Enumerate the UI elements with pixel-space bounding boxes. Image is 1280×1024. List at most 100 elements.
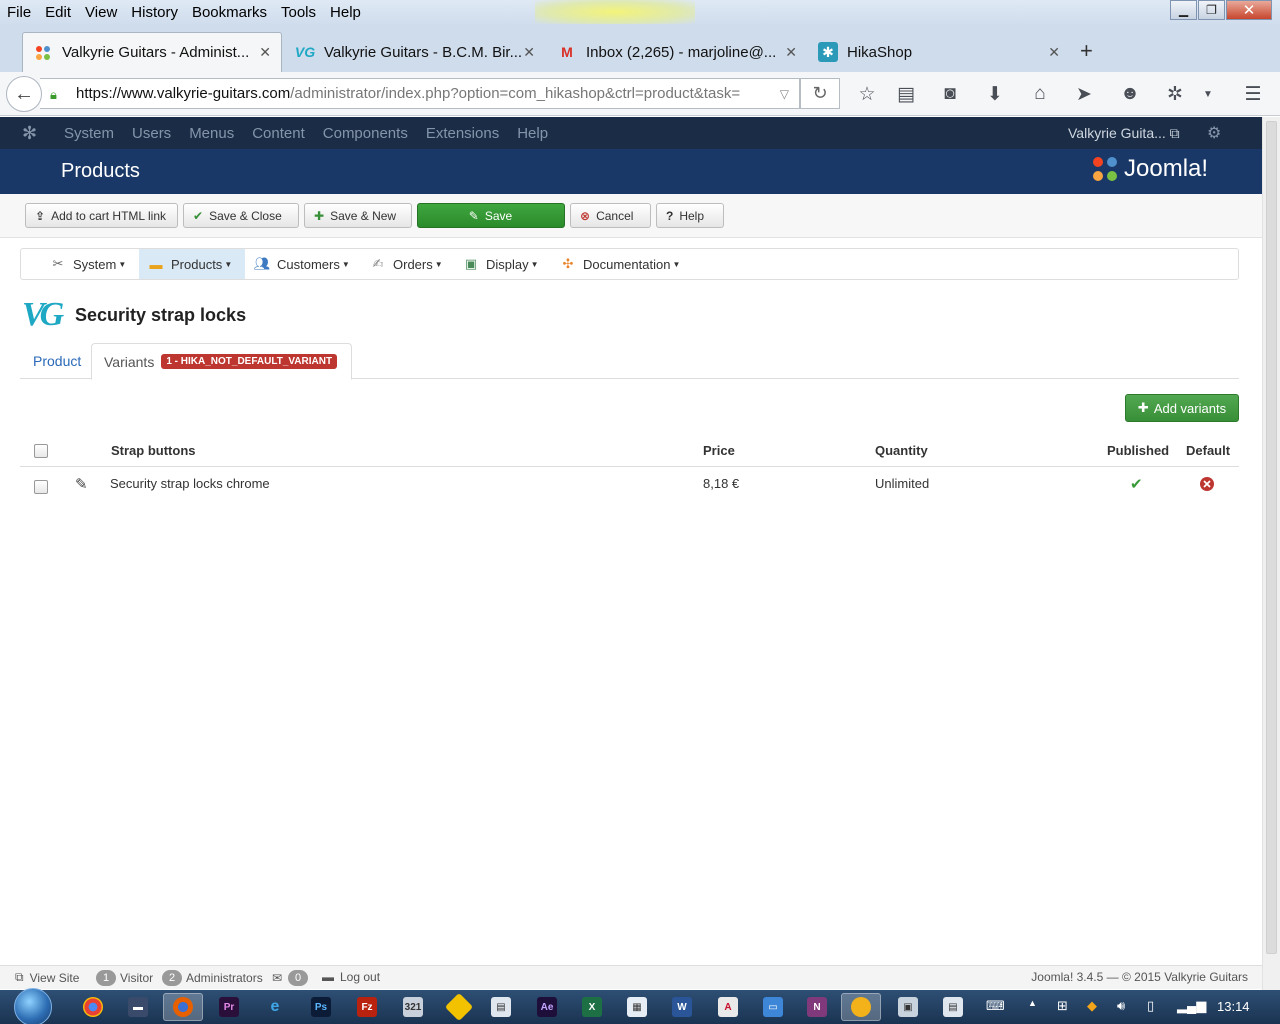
menu-history[interactable]: History [124, 0, 185, 26]
chat-icon[interactable]: ☻ [1118, 82, 1142, 106]
save-button[interactable]: ✎ Save [417, 203, 565, 228]
hamburger-menu-icon[interactable]: ☰ [1241, 82, 1265, 106]
volume-icon[interactable]: 🔊︎ [1117, 998, 1125, 1014]
reading-list-icon[interactable]: ▤ [894, 82, 918, 106]
battery-icon[interactable]: ▯ [1147, 998, 1154, 1014]
published-check-icon[interactable]: ✔ [1130, 467, 1143, 500]
menu-edit[interactable]: Edit [38, 0, 78, 26]
home-icon[interactable]: ⌂ [1028, 82, 1052, 106]
bookmark-star-icon[interactable]: ☆ [855, 82, 879, 106]
back-button[interactable]: ← [6, 76, 42, 112]
taskbar-app-10[interactable]: ▤ [481, 993, 521, 1021]
taskbar-after-effects[interactable]: Ae [527, 993, 567, 1021]
save-close-button[interactable]: ✔ Save & Close [183, 203, 299, 228]
extension-bug-icon[interactable]: ✲ [1163, 82, 1187, 106]
start-button[interactable] [14, 988, 52, 1024]
url-bar[interactable]: 🔒︎ https://www.valkyrie-guitars.com/admi… [40, 78, 800, 109]
download-icon[interactable]: ⬇ [983, 82, 1007, 106]
tab-close-icon[interactable]: ✕ [259, 44, 271, 61]
select-all-checkbox[interactable] [34, 434, 48, 467]
tab-close-icon[interactable]: ✕ [523, 44, 535, 61]
taskbar-app-19[interactable]: ▣ [888, 993, 928, 1021]
col-header-published[interactable]: Published [1107, 434, 1169, 467]
browser-tab-admin[interactable]: Valkyrie Guitars - Administ... ✕ [22, 32, 282, 72]
jmenu-extensions[interactable]: Extensions [426, 125, 499, 142]
taskbar-app-8[interactable]: 321 [393, 993, 433, 1021]
browser-tab-gmail[interactable]: M Inbox (2,265) - marjoline@... ✕ [547, 32, 807, 72]
tab-variants[interactable]: Variants 1 - HIKA_NOT_DEFAULT_VARIANT [91, 343, 352, 380]
jmenu-menus[interactable]: Menus [189, 125, 234, 142]
minimize-button[interactable]: ▁ [1170, 0, 1197, 20]
scrollbar-thumb[interactable] [1266, 121, 1277, 954]
taskbar-acrobat[interactable]: A [708, 993, 748, 1021]
extension-dropdown-icon[interactable]: ▼ [1196, 82, 1220, 106]
browser-tab-hikashop[interactable]: ✱ HikaShop ✕ [808, 32, 1070, 72]
jmenu-help[interactable]: Help [517, 125, 548, 142]
col-header-price[interactable]: Price [703, 434, 735, 467]
taskbar-explorer[interactable]: ▭ [753, 993, 793, 1021]
add-variants-button[interactable]: ✚ Add variants [1125, 394, 1239, 422]
vertical-scrollbar[interactable] [1262, 117, 1280, 990]
pocket-icon[interactable]: ◙ [938, 82, 962, 106]
windows-flag-icon[interactable]: ⊞ [1057, 998, 1068, 1014]
browser-tab-bcm[interactable]: VG Valkyrie Guitars - B.C.M. Bir... ✕ [285, 32, 545, 72]
help-button[interactable]: ? Help [656, 203, 724, 228]
tab-close-icon[interactable]: ✕ [1048, 44, 1060, 61]
new-tab-icon[interactable]: + [1080, 38, 1093, 64]
keyboard-icon[interactable]: ⌨ [986, 998, 1005, 1014]
menu-tools[interactable]: Tools [274, 0, 323, 26]
not-default-icon[interactable] [1200, 467, 1214, 500]
url-dropdown-icon[interactable]: ▽ [780, 87, 789, 101]
row-checkbox[interactable] [34, 470, 48, 503]
col-header-name[interactable]: Strap buttons [111, 434, 196, 467]
tab-close-icon[interactable]: ✕ [785, 44, 797, 61]
joomla-logo-icon[interactable]: ✻ [22, 123, 46, 144]
hika-menu-documentation[interactable]: ✣ Documentation ▼ [551, 249, 689, 279]
taskbar-app-20[interactable]: ▤ [933, 993, 973, 1021]
close-window-button[interactable]: ✕ [1226, 0, 1272, 20]
taskbar-app-2[interactable]: ▬ [118, 993, 158, 1021]
taskbar-filezilla[interactable]: Fz [347, 993, 387, 1021]
taskbar-premiere[interactable]: Pr [209, 993, 249, 1021]
pencil-icon[interactable]: ✎ [75, 467, 88, 500]
tray-expand-icon[interactable]: ▲ [1028, 998, 1037, 1008]
menu-view[interactable]: View [78, 0, 124, 26]
taskbar-ie[interactable]: e [255, 993, 295, 1021]
cancel-button[interactable]: ⊗ Cancel [570, 203, 651, 228]
gear-icon[interactable]: ⚙ [1207, 123, 1221, 143]
site-link[interactable]: Valkyrie Guita... ⧉ [1068, 125, 1180, 142]
jmenu-system[interactable]: System [64, 125, 114, 142]
taskbar-word[interactable]: W [662, 993, 702, 1021]
reload-button[interactable]: ↻ [800, 78, 840, 109]
taskbar-app-13[interactable]: ▦ [617, 993, 657, 1021]
hika-menu-customers[interactable]: 👥︎ Customers ▼ [245, 249, 359, 279]
hika-menu-system[interactable]: ✂ System ▼ [41, 249, 135, 279]
jmenu-content[interactable]: Content [252, 125, 305, 142]
taskbar-clock[interactable]: 13:14 [1217, 999, 1250, 1014]
menu-bookmarks[interactable]: Bookmarks [185, 0, 274, 26]
taskbar-app-9[interactable] [439, 992, 479, 1022]
hika-menu-display[interactable]: ▣ Display ▼ [454, 249, 548, 279]
view-site-link[interactable]: ⧉ View Site [15, 970, 79, 985]
hika-menu-products[interactable]: ▬ Products ▼ [139, 249, 245, 279]
tab-product[interactable]: Product [33, 343, 81, 379]
tray-app-icon[interactable]: ◆ [1087, 998, 1097, 1014]
hika-menu-orders[interactable]: ✍ Orders ▼ [361, 249, 452, 279]
col-header-default[interactable]: Default [1186, 434, 1230, 467]
save-new-button[interactable]: ✚ Save & New [304, 203, 412, 228]
maximize-button[interactable]: ❐ [1198, 0, 1225, 20]
network-icon[interactable]: ▂▄▆ [1177, 998, 1206, 1014]
add-to-cart-html-button[interactable]: ⇪ Add to cart HTML link [25, 203, 178, 228]
taskbar-photoshop[interactable]: Ps [301, 993, 341, 1021]
col-header-quantity[interactable]: Quantity [875, 434, 928, 467]
logout-link[interactable]: ▬ Log out [322, 970, 380, 984]
taskbar-firefox[interactable] [163, 993, 203, 1021]
messages-status[interactable]: ✉ 0 [272, 970, 312, 986]
taskbar-chrome[interactable] [73, 993, 113, 1021]
jmenu-users[interactable]: Users [132, 125, 171, 142]
jmenu-components[interactable]: Components [323, 125, 408, 142]
send-icon[interactable]: ➤ [1072, 82, 1096, 106]
taskbar-onenote[interactable]: N [797, 993, 837, 1021]
menu-file[interactable]: File [0, 0, 38, 26]
taskbar-app-18[interactable] [841, 993, 881, 1021]
